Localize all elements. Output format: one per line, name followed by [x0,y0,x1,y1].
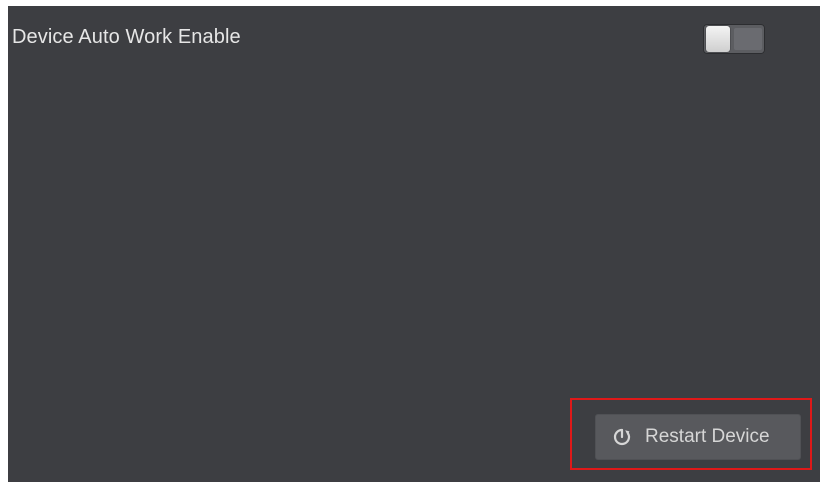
auto-work-enable-label: Device Auto Work Enable [12,26,241,48]
toggle-track [734,28,762,50]
power-restart-icon [611,426,633,448]
toggle-knob[interactable] [706,26,730,52]
restart-device-button[interactable]: Restart Device [595,414,801,460]
settings-panel: Device Auto Work Enable Restart Device [8,6,820,482]
auto-work-enable-toggle[interactable] [703,24,765,54]
restart-device-label: Restart Device [645,426,770,447]
